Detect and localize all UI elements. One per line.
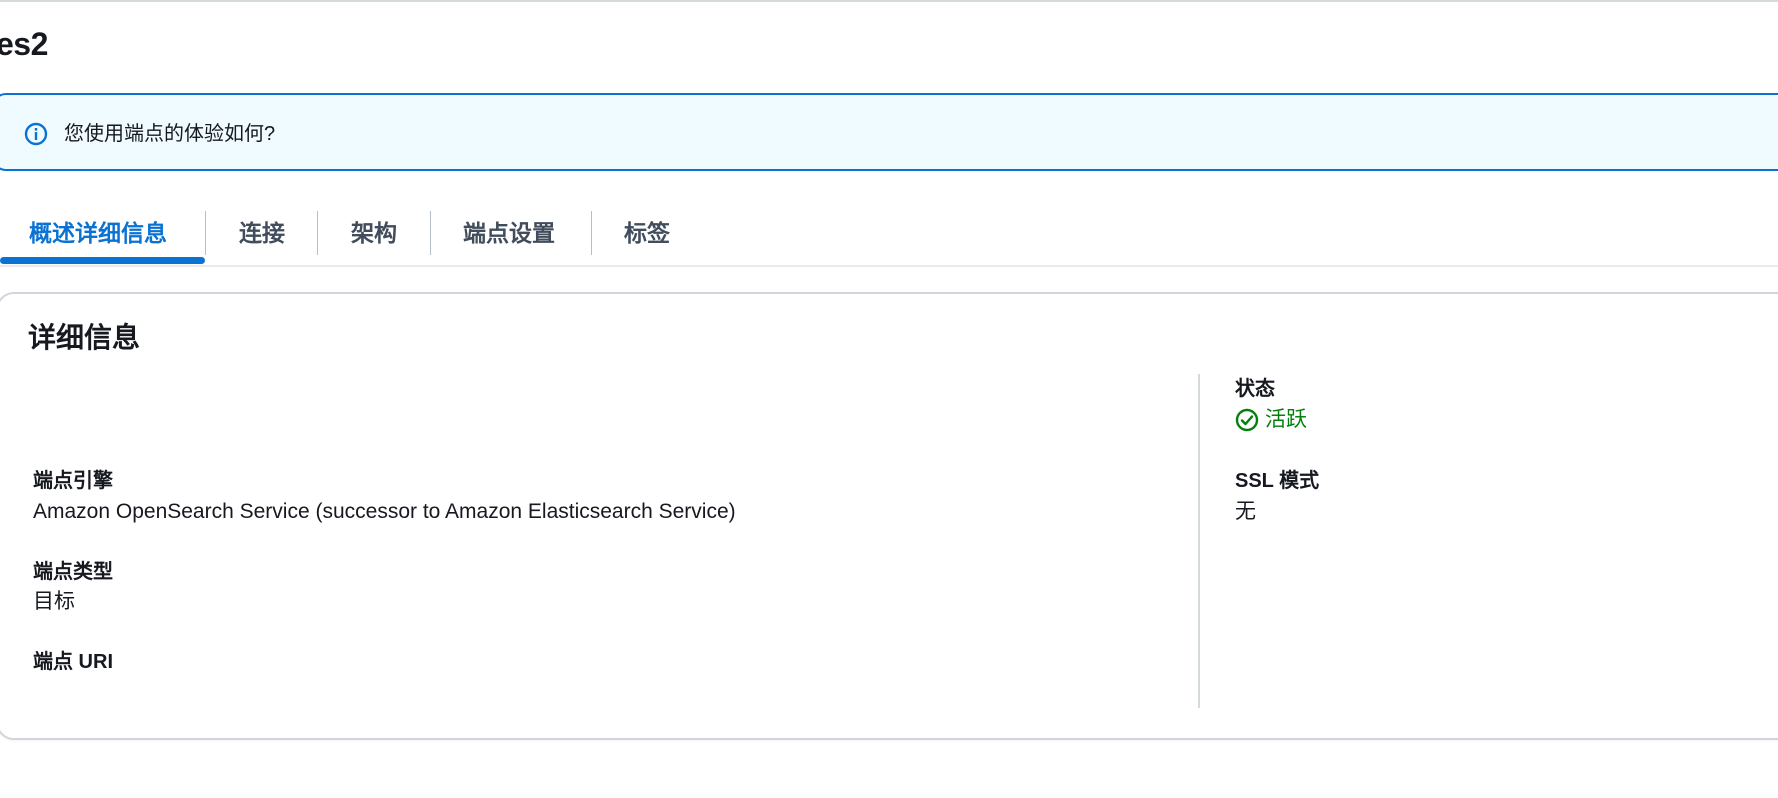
tab-separator	[430, 211, 431, 255]
status-value: 活跃	[1265, 408, 1307, 431]
tab-tags[interactable]: 标签	[624, 205, 670, 261]
banner-text: 您使用端点的体验如何?	[64, 123, 276, 145]
tab-separator	[205, 211, 206, 255]
feedback-banner: 您使用端点的体验如何?	[0, 93, 1778, 171]
tab-endpoint-settings[interactable]: 端点设置	[463, 205, 555, 261]
details-panel: 详细信息 端点引擎 Amazon OpenSearch Service (suc…	[0, 292, 1778, 740]
engine-label: 端点引擎	[33, 470, 113, 492]
top-divider	[0, 0, 1778, 2]
info-icon	[24, 122, 48, 146]
type-label: 端点类型	[33, 561, 113, 583]
ssl-value: 无	[1235, 500, 1256, 523]
engine-value: Amazon OpenSearch Service (successor to …	[33, 500, 736, 523]
type-value: 目标	[33, 590, 75, 613]
uri-label: 端点 URI	[33, 651, 113, 673]
tab-overview-details[interactable]: 概述详细信息	[29, 205, 167, 261]
tab-separator	[591, 211, 592, 255]
status-label: 状态	[1235, 378, 1275, 400]
ssl-label: SSL 模式	[1235, 470, 1320, 492]
tab-bar: 概述详细信息 连接 架构 端点设置 标签	[0, 205, 1778, 267]
panel-title: 详细信息	[28, 322, 141, 353]
tab-connectivity[interactable]: 连接	[239, 205, 285, 261]
check-circle-icon	[1235, 408, 1259, 432]
page-title: es2	[0, 26, 48, 62]
tabs-divider	[0, 265, 1778, 267]
active-tab-indicator	[0, 257, 205, 264]
tab-schema[interactable]: 架构	[351, 205, 397, 261]
column-divider	[1198, 374, 1200, 708]
status-indicator: 活跃	[1235, 406, 1307, 434]
tab-separator	[317, 211, 318, 255]
